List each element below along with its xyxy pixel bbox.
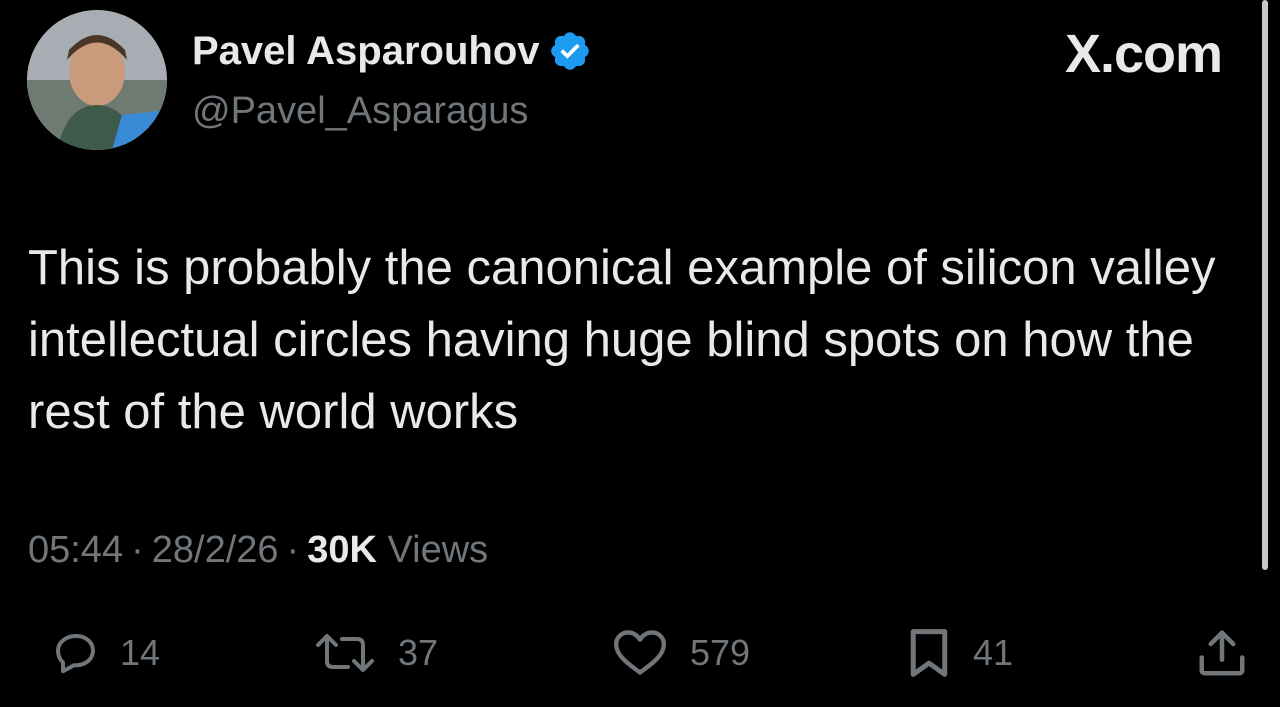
brand-logo: X.com xyxy=(1064,24,1223,84)
repost-button[interactable]: 37 xyxy=(312,620,438,686)
share-icon xyxy=(1199,630,1245,676)
views-label: Views xyxy=(387,529,489,571)
tweet-date[interactable]: 28/2/26 xyxy=(152,529,279,571)
repost-count: 37 xyxy=(398,632,439,673)
repost-icon xyxy=(316,634,374,672)
reply-button[interactable]: 14 xyxy=(52,620,160,686)
reply-icon xyxy=(56,634,95,674)
meta-separator: · xyxy=(286,529,300,571)
meta-separator: · xyxy=(131,529,144,571)
author-display-name[interactable]: Pavel Asparouhov xyxy=(192,28,540,74)
views-count: 30K xyxy=(307,529,377,571)
tweet-time[interactable]: 05:44 xyxy=(28,529,123,571)
action-bar: 14 37 579 41 xyxy=(0,620,1280,686)
heart-icon xyxy=(614,630,666,675)
author-header[interactable]: Pavel Asparouhov xyxy=(192,28,592,74)
bookmark-icon xyxy=(910,629,948,677)
reply-count: 14 xyxy=(120,632,161,673)
tweet-text: This is probably the canonical example o… xyxy=(28,241,1216,439)
bookmark-count: 41 xyxy=(973,632,1014,673)
like-count: 579 xyxy=(690,632,751,673)
like-button[interactable]: 579 xyxy=(610,620,750,686)
verified-badge-icon xyxy=(548,29,592,73)
tweet-meta: 05:44 · 28/2/26 · 30K Views xyxy=(28,525,488,575)
avatar-image xyxy=(27,10,167,150)
share-button[interactable] xyxy=(1195,620,1249,686)
scrollbar[interactable] xyxy=(1262,0,1268,570)
avatar[interactable] xyxy=(27,10,167,150)
author-handle[interactable]: @Pavel_Asparagus xyxy=(192,88,528,134)
bookmark-button[interactable]: 41 xyxy=(905,620,1013,686)
